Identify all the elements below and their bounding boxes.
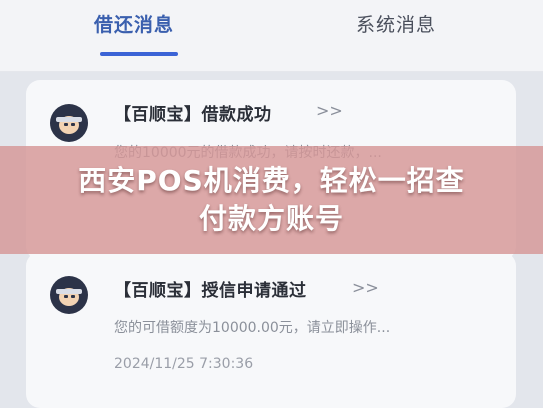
headline-text: 西安POS机消费，轻松一招查 付款方账号 — [0, 146, 543, 254]
chevron-right-icon: >> — [352, 278, 379, 297]
tab-debt-messages[interactable]: 借还消息 — [94, 10, 174, 40]
message-timestamp: 2024/11/25 7:30:36 — [114, 356, 254, 372]
avatar — [50, 104, 88, 142]
active-tab-indicator — [100, 52, 178, 56]
avatar — [50, 276, 88, 314]
message-body: 您的可借额度为10000.00元，请立即操作... — [114, 320, 391, 336]
app-screen: 借还消息 系统消息 【百顺宝】借款成功 >> 您的10000元的借款成功，请按时… — [0, 0, 543, 408]
headline-line-2: 付款方账号 — [198, 202, 344, 235]
message-title: 【百顺宝】授信申请通过 — [114, 281, 307, 301]
tab-system-messages[interactable]: 系统消息 — [356, 10, 436, 40]
message-title: 【百顺宝】借款成功 — [114, 105, 272, 125]
headline-line-1: 西安POS机消费，轻松一招查 — [78, 164, 465, 197]
chevron-right-icon: >> — [316, 101, 343, 120]
message-tabs: 借还消息 系统消息 — [0, 0, 543, 72]
message-card[interactable]: 【百顺宝】授信申请通过 >> 您的可借额度为10000.00元，请立即操作...… — [26, 252, 516, 408]
